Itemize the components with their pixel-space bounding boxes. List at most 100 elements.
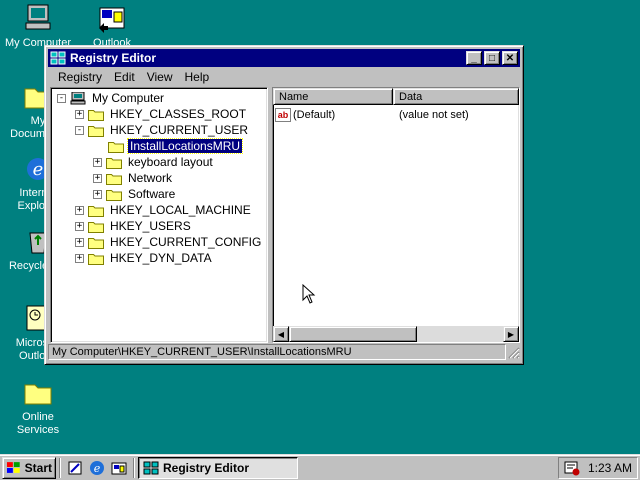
title-bar[interactable]: Registry Editor _ □ ✕ — [48, 49, 520, 67]
tree-item-installlocationsmru[interactable]: InstallLocationsMRU — [108, 138, 244, 154]
desktop-icon-outlook[interactable]: Outlook — [76, 2, 148, 50]
tree-item-hkey-users[interactable]: + HKEY_USERS — [75, 218, 193, 234]
maximize-button[interactable]: □ — [484, 51, 500, 65]
panes: - My Computer + HKEY_CLASSES_ROOT - HKEY… — [50, 87, 520, 343]
ie-icon: e — [90, 460, 104, 475]
tree-item-hkey-current-user[interactable]: - HKEY_CURRENT_USER — [75, 122, 250, 138]
scheduler-tray-icon[interactable] — [564, 460, 580, 476]
close-button[interactable]: ✕ — [502, 51, 518, 65]
menu-help[interactable]: Help — [179, 70, 216, 84]
expand-icon[interactable]: + — [75, 253, 84, 263]
pencil-icon — [68, 461, 82, 474]
tree-item-label: HKEY_DYN_DATA — [110, 251, 212, 265]
start-label: Start — [24, 460, 52, 475]
desktop-icon-my-computer[interactable]: My Computer — [2, 2, 74, 50]
folder-icon — [24, 384, 52, 405]
svg-text:e: e — [33, 159, 44, 180]
folder-icon — [88, 253, 104, 265]
registry-editor-icon — [50, 51, 66, 65]
tree-item-hkey-current-config[interactable]: + HKEY_CURRENT_CONFIG — [75, 234, 263, 250]
start-button[interactable]: Start — [2, 456, 56, 479]
column-header-name[interactable]: Name — [273, 88, 393, 105]
my-computer-icon — [25, 4, 51, 30]
computer-icon — [70, 91, 86, 104]
tree-item-label: HKEY_CLASSES_ROOT — [110, 107, 247, 121]
folder-icon — [88, 237, 104, 249]
menu-bar: Registry Edit View Help — [48, 67, 520, 86]
scroll-thumb[interactable] — [289, 326, 417, 342]
tree-item-software[interactable]: + Software — [93, 186, 177, 202]
collapse-icon[interactable]: - — [75, 125, 84, 135]
tree-item-label: HKEY_LOCAL_MACHINE — [110, 203, 251, 217]
tree-item-label: HKEY_CURRENT_CONFIG — [110, 235, 262, 249]
taskbar-separator — [133, 457, 135, 478]
clock[interactable]: 1:23 AM — [588, 461, 632, 475]
quicklaunch-edit-button[interactable] — [65, 458, 85, 478]
expand-icon[interactable]: + — [93, 189, 102, 199]
collapse-icon[interactable]: - — [57, 93, 66, 103]
expand-icon[interactable]: + — [75, 221, 84, 231]
maximize-icon: □ — [488, 52, 496, 64]
scroll-left-button[interactable]: ◀ — [273, 326, 289, 342]
expand-icon[interactable]: + — [93, 157, 102, 167]
folder-icon — [106, 173, 122, 185]
registry-editor-window: Registry Editor _ □ ✕ Registry Edit View… — [44, 45, 524, 365]
folder-open-icon — [108, 141, 124, 153]
menu-registry[interactable]: Registry — [52, 70, 108, 84]
string-value-icon: ab — [275, 108, 291, 122]
tree-item-label: keyboard layout — [128, 155, 213, 169]
expand-icon[interactable]: + — [75, 109, 84, 119]
column-headers: Name Data — [273, 88, 519, 105]
scroll-track[interactable] — [417, 326, 503, 342]
arrow-right-icon: ▶ — [507, 329, 515, 339]
tree-item-keyboard-layout[interactable]: + keyboard layout — [93, 154, 215, 170]
tree-item-label: My Computer — [92, 91, 165, 105]
window-title: Registry Editor — [70, 51, 157, 65]
value-data: (value not set) — [399, 109, 469, 121]
desktop-icon-label: Online Services — [16, 411, 60, 436]
tree-item-hkey-local-machine[interactable]: + HKEY_LOCAL_MACHINE — [75, 202, 253, 218]
tree-item-my-computer[interactable]: - My Computer — [57, 90, 166, 106]
menu-edit[interactable]: Edit — [108, 70, 141, 84]
system-tray: 1:23 AM — [558, 456, 638, 479]
minimize-button[interactable]: _ — [466, 51, 482, 65]
tree-item-hkey-dyn-data[interactable]: + HKEY_DYN_DATA — [75, 250, 214, 266]
column-header-data[interactable]: Data — [393, 88, 519, 105]
quicklaunch-ie-button[interactable]: e — [87, 458, 107, 478]
outlook-icon — [99, 7, 125, 33]
close-icon: ✕ — [505, 52, 515, 64]
taskbar-separator — [59, 457, 61, 478]
status-bar: My Computer\HKEY_CURRENT_USER\InstallLoc… — [48, 343, 520, 361]
desktop-icon-online-services[interactable]: Online Services — [2, 376, 74, 437]
tree-item-label: HKEY_CURRENT_USER — [110, 123, 249, 137]
svg-text:e: e — [94, 462, 101, 475]
tree-item-label: Software — [128, 187, 176, 201]
quicklaunch-outlook-button[interactable] — [109, 458, 129, 478]
tree-item-network[interactable]: + Network — [93, 170, 174, 186]
task-button-label: Registry Editor — [163, 460, 250, 475]
menu-view[interactable]: View — [141, 70, 179, 84]
tree-item-hkey-classes-root[interactable]: + HKEY_CLASSES_ROOT — [75, 106, 248, 122]
folder-icon — [106, 157, 122, 169]
folder-open-icon — [88, 125, 104, 137]
folder-icon — [88, 221, 104, 233]
folder-icon — [106, 189, 122, 201]
tree-item-label: HKEY_USERS — [110, 219, 191, 233]
task-button-registry-editor[interactable]: Registry Editor — [138, 456, 298, 479]
tree-item-label: Network — [128, 171, 173, 185]
value-row[interactable]: ab (Default) (value not set) — [275, 108, 469, 122]
resize-grip-icon[interactable] — [506, 345, 520, 359]
tree-item-label-selected: InstallLocationsMRU — [126, 138, 244, 154]
folder-icon — [88, 109, 104, 121]
value-list: Name Data ab (Default) (value not set) ◀… — [272, 87, 520, 343]
status-path: My Computer\HKEY_CURRENT_USER\InstallLoc… — [48, 344, 506, 360]
value-name: (Default) — [293, 109, 336, 121]
expand-icon[interactable]: + — [75, 205, 84, 215]
expand-icon[interactable]: + — [75, 237, 84, 247]
expand-icon[interactable]: + — [93, 173, 102, 183]
minimize-icon: _ — [471, 52, 477, 64]
folder-icon — [88, 205, 104, 217]
horizontal-scrollbar[interactable]: ◀ ▶ — [273, 326, 519, 342]
windows-logo-icon — [6, 461, 20, 473]
scroll-right-button[interactable]: ▶ — [503, 326, 519, 342]
